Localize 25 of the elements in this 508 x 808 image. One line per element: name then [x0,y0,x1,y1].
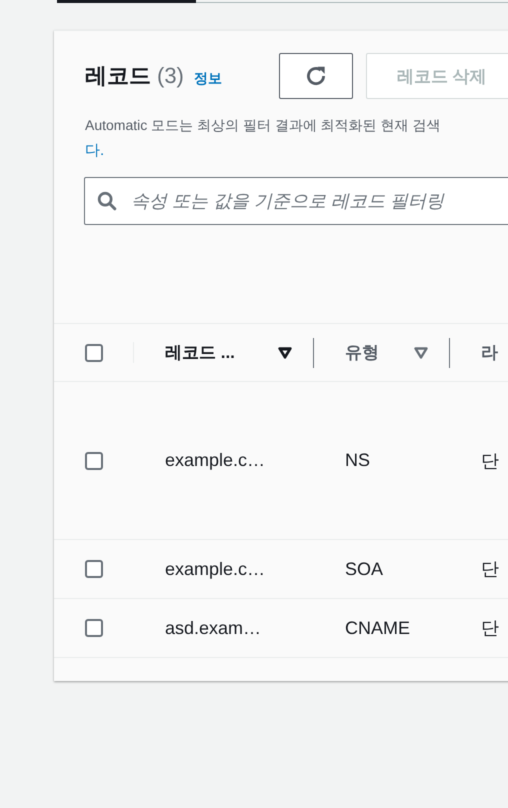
record-type-cell: CNAME [345,618,410,638]
column-header[interactable]: 레코드 ... [165,341,235,364]
table-cell: 단 [481,450,499,470]
search-field[interactable]: 속성 또는 값을 기준으로 레코드 필터링 [84,177,508,225]
info-link[interactable]: 정보 [194,70,222,88]
row-checkbox[interactable] [85,619,103,637]
record-name-cell: example.c… [165,558,266,578]
row-checkbox[interactable] [85,452,103,470]
record-type-cell: SOA [345,558,384,578]
refresh-button[interactable] [279,53,353,99]
record-name-cell: example.c… [165,450,266,470]
row-checkbox[interactable] [85,560,103,578]
table-cell: 단 [481,618,499,638]
panel-title: 레코드 [85,62,151,90]
sort-icon[interactable] [278,346,292,358]
record-name-cell: asd.exam… [165,618,262,638]
column-header[interactable]: 라 [481,341,498,364]
column-header[interactable]: 유형 [345,341,379,364]
search-icon [96,190,118,212]
description-text: Automatic 모드는 최상의 필터 결과에 최적화된 현재 검색 [85,117,440,133]
record-count: (3) [157,63,184,89]
table-cell: 단 [481,559,499,579]
record-type-cell: NS [345,450,370,470]
description-link[interactable]: 다. [85,142,104,159]
select-all-checkbox[interactable] [85,344,103,362]
